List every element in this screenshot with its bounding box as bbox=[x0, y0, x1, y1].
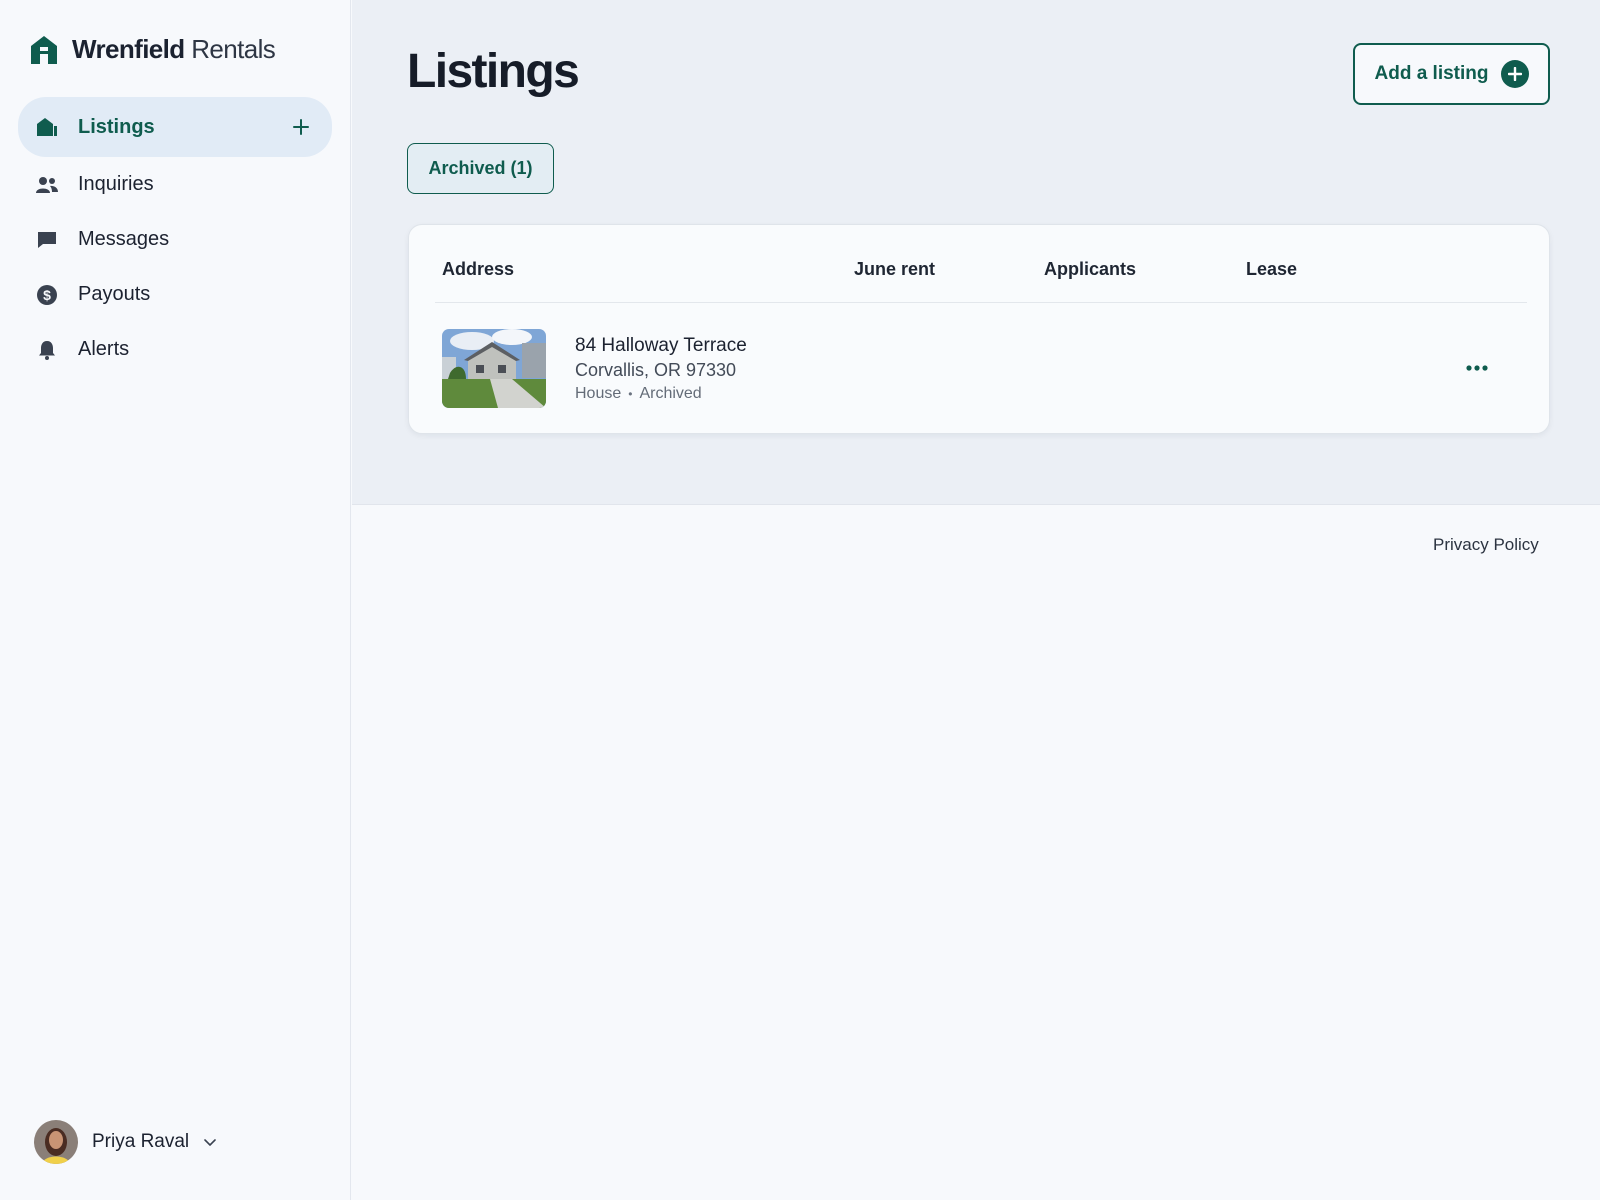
listing-status: Archived bbox=[639, 385, 702, 402]
add-listing-button[interactable]: Add a listing bbox=[1353, 43, 1550, 105]
listing-type: House bbox=[575, 385, 622, 402]
archived-filter-chip[interactable]: Archived (1) bbox=[407, 143, 554, 194]
chevron-down-icon bbox=[204, 1139, 216, 1146]
user-name: Priya Raval bbox=[92, 1131, 190, 1152]
plus-circle-icon bbox=[1500, 60, 1529, 88]
sidebar-item-messages[interactable]: Messages bbox=[18, 212, 332, 267]
svg-text:$: $ bbox=[43, 287, 51, 303]
add-listing-plus-button[interactable] bbox=[284, 110, 318, 144]
listing-thumbnail[interactable] bbox=[442, 329, 546, 408]
row-more-button[interactable] bbox=[1459, 351, 1495, 385]
column-header-rent[interactable]: June rent bbox=[854, 259, 935, 280]
people-icon bbox=[36, 174, 58, 196]
brand-name-light: Rentals bbox=[191, 34, 276, 64]
user-menu[interactable]: Priya Raval bbox=[34, 1120, 217, 1164]
sidebar-item-label: Listings bbox=[78, 115, 155, 138]
dollar-icon: $ bbox=[36, 284, 58, 306]
sidebar-item-inquiries[interactable]: Inquiries bbox=[18, 157, 332, 212]
column-header-lease[interactable]: Lease bbox=[1246, 259, 1297, 280]
sidebar-item-label: Inquiries bbox=[78, 173, 154, 195]
meta-separator: • bbox=[628, 387, 633, 401]
plus-icon bbox=[293, 119, 309, 135]
house-logo-icon bbox=[31, 35, 57, 64]
more-horizontal-icon bbox=[1466, 365, 1488, 371]
sidebar-nav: Listings Inquiries Messages $ Payouts Al… bbox=[18, 97, 332, 377]
bell-icon bbox=[36, 339, 58, 361]
page-title: Listings bbox=[407, 45, 580, 98]
sidebar-item-label: Alerts bbox=[78, 338, 130, 360]
sidebar-item-label: Payouts bbox=[78, 283, 151, 305]
home-icon bbox=[36, 116, 58, 138]
listing-city: Corvallis, OR 97330 bbox=[575, 360, 737, 380]
column-header-address[interactable]: Address bbox=[442, 259, 514, 280]
sidebar-item-listings[interactable]: Listings bbox=[18, 97, 332, 157]
brand-name-strong: Wrenfield bbox=[72, 34, 185, 64]
add-listing-label: Add a listing bbox=[1374, 63, 1489, 84]
sidebar-item-payouts[interactable]: $ Payouts bbox=[18, 267, 332, 322]
column-header-applicants[interactable]: Applicants bbox=[1044, 259, 1136, 280]
sidebar-item-label: Messages bbox=[78, 228, 170, 250]
table-row[interactable]: 84 Halloway Terrace Corvallis, OR 97330 … bbox=[409, 303, 1549, 433]
listing-meta: House • Archived bbox=[575, 385, 702, 403]
sidebar: Wrenfield Rentals Listings Inquiries Mes… bbox=[0, 0, 351, 1200]
sidebar-item-alerts[interactable]: Alerts bbox=[18, 322, 332, 377]
brand[interactable]: Wrenfield Rentals bbox=[30, 34, 276, 65]
listing-street: 84 Halloway Terrace bbox=[575, 335, 747, 356]
chat-icon bbox=[36, 229, 58, 251]
avatar bbox=[34, 1120, 78, 1164]
privacy-policy-link[interactable]: Privacy Policy bbox=[1433, 535, 1539, 555]
listings-table: Address June rent Applicants Lease 84 Ha… bbox=[408, 224, 1550, 434]
brand-name: Wrenfield Rentals bbox=[72, 34, 276, 65]
